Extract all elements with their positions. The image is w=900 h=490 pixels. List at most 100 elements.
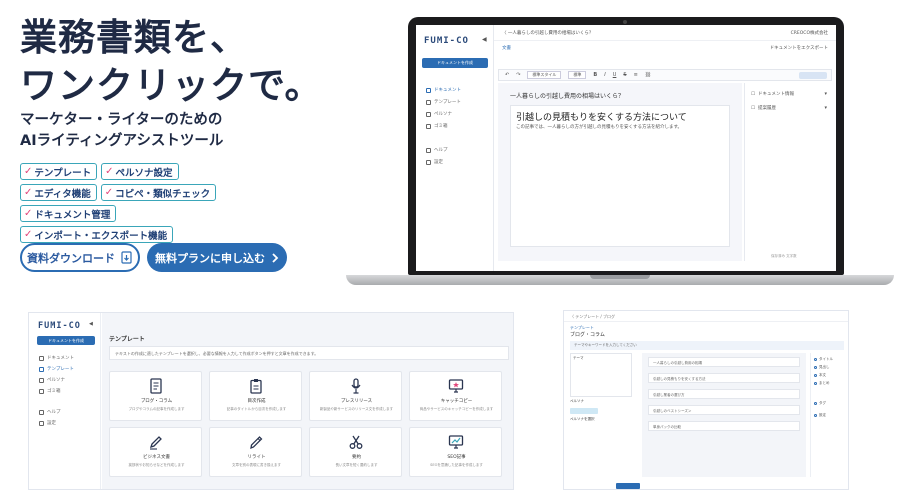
list-item[interactable]: 引越しの見積もりを安くする方法 bbox=[648, 373, 800, 383]
outline-item[interactable]: まとめ bbox=[814, 381, 830, 386]
app-sidebar: FUMI-CO ◀ ドキュメントを作成 ドキュメント テンプレート ペルソナ ゴ… bbox=[416, 25, 494, 271]
new-document-button[interactable]: ドキュメントを作成 bbox=[422, 58, 488, 68]
templates-screenshot: FUMI-CO ◀ ドキュメントを作成 ドキュメント テンプレート ペルソナ ゴ… bbox=[28, 312, 514, 490]
sidebar-item-trash[interactable]: ゴミ箱 bbox=[426, 123, 448, 129]
outline-panel: タイトル 見出し 本文 まとめ タグ 設定 bbox=[810, 353, 846, 477]
sidebar-item-label: テンプレート bbox=[47, 367, 74, 372]
template-card-name: 目次作成 bbox=[247, 399, 266, 404]
microphone-icon bbox=[351, 378, 361, 394]
sidebar-item-label: ゴミ箱 bbox=[47, 389, 61, 394]
trash-icon bbox=[426, 123, 431, 129]
template-card-name: ビジネス文書 bbox=[143, 455, 170, 460]
list-item[interactable]: 引越しのベストシーズン bbox=[648, 405, 800, 415]
theme-input-label: テーマ bbox=[573, 356, 584, 360]
chevron-down-icon: ▾ bbox=[824, 91, 827, 97]
sidebar-item-documents[interactable]: ドキュメント bbox=[39, 355, 74, 361]
editor-body-text[interactable]: この記事では、一人暮らしの方が引越しの見積もりを安くする方法を紹介します。 bbox=[516, 124, 682, 130]
download-materials-button[interactable]: 資料ダウンロード bbox=[20, 243, 140, 272]
sidebar-item-help[interactable]: ヘルプ bbox=[39, 409, 61, 415]
template-card[interactable]: SEO記事 SEOを意識した記事を作成します bbox=[409, 427, 502, 477]
status-footer: 保存済み 文字数 bbox=[771, 254, 797, 258]
sidebar-item-templates[interactable]: テンプレート bbox=[39, 366, 74, 372]
template-card[interactable]: ビジネス文書 挨拶状やお知らせなどを作成します bbox=[109, 427, 202, 477]
company-name[interactable]: CREOCO株式会社 bbox=[791, 30, 828, 36]
undo-icon[interactable]: ↶ bbox=[505, 72, 509, 78]
laptop-frame: FUMI-CO ◀ ドキュメントを作成 ドキュメント テンプレート ペルソナ ゴ… bbox=[408, 17, 844, 275]
link-icon[interactable]: ⛓ bbox=[645, 72, 651, 78]
generate-button[interactable] bbox=[616, 483, 640, 489]
list-item[interactable]: 一人暮らしの引越し費用の相場 bbox=[648, 357, 800, 367]
document-info-item[interactable]: ☐ ドキュメント情報 ▾ bbox=[751, 91, 827, 97]
sidebar-item-settings[interactable]: 設定 bbox=[39, 420, 56, 426]
document-label: 文書 bbox=[502, 46, 511, 51]
template-card-desc: ブログやコラムの記事を作成します bbox=[128, 407, 185, 411]
strikethrough-icon[interactable]: S bbox=[623, 72, 626, 78]
scissors-icon bbox=[349, 435, 363, 449]
sidebar-item-persona[interactable]: ペルソナ bbox=[426, 111, 452, 117]
template-card[interactable]: プレスリリース 新製品や新サービスのリリース文を作成します bbox=[309, 371, 402, 421]
outline-item-label: タイトル bbox=[819, 357, 833, 361]
input-hint-banner: テーマやキーワードを入力してください bbox=[570, 341, 844, 350]
sidebar-item-documents[interactable]: ドキュメント bbox=[426, 87, 461, 93]
sidebar-item-templates[interactable]: テンプレート bbox=[426, 99, 461, 105]
list-item[interactable]: 引越し業者の選び方 bbox=[648, 389, 800, 399]
sidebar-collapse-icon[interactable]: ◀ bbox=[89, 321, 93, 327]
template-card[interactable]: ブログ・コラム ブログやコラムの記事を作成します bbox=[109, 371, 202, 421]
sidebar-collapse-icon[interactable]: ◀ bbox=[482, 36, 487, 43]
italic-icon[interactable]: I bbox=[604, 72, 605, 78]
feature-tag: ✓ ドキュメント管理 bbox=[20, 205, 117, 222]
redo-icon[interactable]: ↷ bbox=[516, 72, 520, 78]
persona-icon bbox=[39, 377, 44, 383]
feature-tag: ✓ インポート・エクスポート機能 bbox=[20, 226, 174, 243]
sidebar-item-label: ヘルプ bbox=[47, 410, 61, 415]
template-card-name: プレスリリース bbox=[340, 399, 373, 404]
gear-icon bbox=[426, 159, 431, 165]
sidebar-item-label: ドキュメント bbox=[434, 88, 461, 93]
check-icon: ✓ bbox=[24, 229, 33, 240]
template-icon bbox=[426, 99, 431, 105]
list-icon[interactable]: ≡ bbox=[634, 72, 638, 78]
free-plan-signup-button[interactable]: 無料プランに申し込む bbox=[147, 243, 287, 272]
check-icon: ✓ bbox=[24, 187, 33, 198]
style-select[interactable]: 標準スタイル bbox=[527, 71, 562, 79]
outline-item[interactable]: タグ bbox=[814, 401, 826, 406]
app-topbar: 〈 一人暮らしの引越し費用の相場はいくら？ CREOCO株式会社 bbox=[494, 25, 836, 41]
breadcrumb[interactable]: 〈 テンプレート / ブログ bbox=[564, 311, 848, 322]
export-document-button[interactable]: ドキュメントをエクスポート bbox=[770, 45, 828, 51]
template-card[interactable]: 要約 長い文章を短く要約します bbox=[309, 427, 402, 477]
breadcrumb[interactable]: 〈 一人暮らしの引越し費用の相場はいくら？ bbox=[502, 30, 593, 36]
sidebar-item-persona[interactable]: ペルソナ bbox=[39, 377, 65, 383]
laptop-screen: FUMI-CO ◀ ドキュメントを作成 ドキュメント テンプレート ペルソナ ゴ… bbox=[416, 25, 836, 271]
size-select[interactable]: 標準 bbox=[568, 71, 587, 79]
editor-heading-2[interactable]: 引越しの見積もりを安くする方法について bbox=[516, 110, 687, 123]
new-document-button[interactable]: ドキュメントを作成 bbox=[37, 336, 95, 345]
template-card[interactable]: 目次作成 記事のタイトルから目次を作成します bbox=[209, 371, 302, 421]
outline-item[interactable]: 設定 bbox=[814, 413, 826, 418]
persona-select[interactable]: ペルソナを選択 bbox=[570, 417, 595, 422]
outline-item-label: まとめ bbox=[819, 381, 830, 385]
suggestion-history-item[interactable]: ☐ 提案履歴 ▾ bbox=[751, 105, 827, 111]
persona-chip[interactable] bbox=[570, 408, 598, 414]
template-card[interactable]: キャッチコピー 商品やサービスのキャッチコピーを作成します bbox=[409, 371, 502, 421]
outline-item[interactable]: 本文 bbox=[814, 373, 826, 378]
template-card[interactable]: リライト 文章を別の表現に書き換えます bbox=[209, 427, 302, 477]
theme-input[interactable]: テーマ bbox=[570, 353, 632, 397]
bold-icon[interactable]: B bbox=[593, 72, 597, 78]
outline-item[interactable]: 見出し bbox=[814, 365, 830, 370]
sidebar-item-trash[interactable]: ゴミ箱 bbox=[39, 388, 61, 394]
trash-icon bbox=[39, 388, 44, 394]
outline-item[interactable]: タイトル bbox=[814, 357, 833, 362]
gear-icon bbox=[39, 420, 44, 426]
template-card-desc: 新製品や新サービスのリリース文を作成します bbox=[319, 407, 394, 411]
sidebar-item-label: 設定 bbox=[47, 421, 56, 426]
template-icon bbox=[39, 366, 44, 372]
list-item[interactable]: 単身パックの比較 bbox=[648, 421, 800, 431]
editor-document-title[interactable]: 一人暮らしの引越し費用の相場はいくら？ bbox=[510, 91, 624, 100]
save-button[interactable] bbox=[799, 71, 827, 79]
sidebar-item-settings[interactable]: 設定 bbox=[426, 159, 443, 165]
info-icon: ☐ bbox=[751, 91, 756, 97]
templates-info-banner: テキストの作成に適したテンプレートを選択し、必要な情報を入力して作成ボタンを押す… bbox=[109, 346, 509, 360]
sidebar-item-help[interactable]: ヘルプ bbox=[426, 147, 448, 153]
outline-item-label: 見出し bbox=[819, 365, 830, 369]
underline-icon[interactable]: U bbox=[613, 72, 617, 78]
